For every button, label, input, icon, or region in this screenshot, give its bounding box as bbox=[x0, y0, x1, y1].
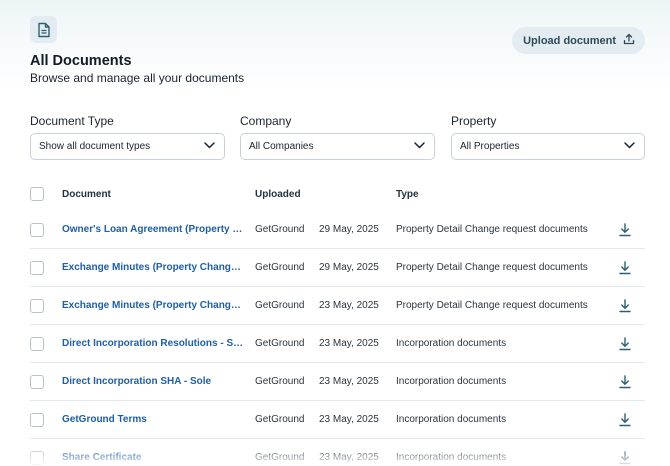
upload-date: 23 May, 2025 bbox=[319, 300, 379, 311]
document-type: Property Detail Change request documents bbox=[396, 224, 588, 235]
page-subtitle: Browse and manage all your documents bbox=[30, 71, 245, 85]
company-filter: Company All Companies bbox=[240, 114, 435, 160]
row-checkbox[interactable] bbox=[30, 337, 44, 351]
document-icon bbox=[30, 16, 57, 43]
uploaded-by: GetGround bbox=[255, 300, 305, 311]
download-icon[interactable] bbox=[618, 336, 632, 352]
table-row: Exchange Minutes (Property Change ... Ge… bbox=[30, 287, 645, 325]
uploaded-by: GetGround bbox=[255, 376, 305, 387]
upload-date: 23 May, 2025 bbox=[319, 414, 379, 425]
column-header-uploaded: Uploaded bbox=[255, 189, 301, 200]
document-type-filter: Document Type Show all document types bbox=[30, 114, 225, 160]
upload-date: 29 May, 2025 bbox=[319, 262, 379, 273]
property-value: All Properties bbox=[460, 141, 520, 152]
table-row: Direct Incorporation Resolutions - Sole … bbox=[30, 325, 645, 363]
row-checkbox[interactable] bbox=[30, 375, 44, 389]
document-type-value: Show all document types bbox=[39, 141, 151, 152]
select-all-checkbox[interactable] bbox=[30, 187, 44, 201]
upload-icon bbox=[623, 33, 635, 48]
document-type: Incorporation documents bbox=[396, 414, 507, 425]
document-link[interactable]: Owner's Loan Agreement (Property C... bbox=[62, 224, 244, 235]
chevron-down-icon bbox=[624, 141, 635, 152]
document-link[interactable]: GetGround Terms bbox=[62, 414, 244, 425]
upload-date: 23 May, 2025 bbox=[319, 338, 379, 349]
column-header-document: Document bbox=[62, 189, 111, 200]
document-type: Property Detail Change request documents bbox=[396, 262, 588, 273]
uploaded-by: GetGround bbox=[255, 338, 305, 349]
row-checkbox[interactable] bbox=[30, 451, 44, 465]
download-icon[interactable] bbox=[618, 450, 632, 466]
property-select[interactable]: All Properties bbox=[451, 133, 645, 160]
upload-date: 29 May, 2025 bbox=[319, 224, 379, 235]
chevron-down-icon bbox=[204, 141, 215, 152]
upload-document-button[interactable]: Upload document bbox=[512, 27, 645, 54]
uploaded-by: GetGround bbox=[255, 262, 305, 273]
document-link[interactable]: Direct Incorporation Resolutions - Sole bbox=[62, 338, 244, 349]
table-row: Share Certificate GetGround 23 May, 2025… bbox=[30, 439, 645, 466]
company-label: Company bbox=[240, 114, 292, 128]
row-checkbox[interactable] bbox=[30, 223, 44, 237]
upload-date: 23 May, 2025 bbox=[319, 376, 379, 387]
document-type: Incorporation documents bbox=[396, 338, 507, 349]
upload-date: 23 May, 2025 bbox=[319, 452, 379, 463]
chevron-down-icon bbox=[414, 141, 425, 152]
page-title: All Documents bbox=[30, 53, 132, 69]
table-row: Owner's Loan Agreement (Property C... Ge… bbox=[30, 211, 645, 249]
uploaded-by: GetGround bbox=[255, 224, 305, 235]
property-filter: Property All Properties bbox=[451, 114, 645, 160]
document-link[interactable]: Exchange Minutes (Property Change ... bbox=[62, 262, 244, 273]
property-label: Property bbox=[451, 114, 497, 128]
document-link[interactable]: Exchange Minutes (Property Change ... bbox=[62, 300, 244, 311]
upload-button-label: Upload document bbox=[523, 34, 616, 47]
row-checkbox[interactable] bbox=[30, 413, 44, 427]
document-type: Incorporation documents bbox=[396, 376, 507, 387]
uploaded-by: GetGround bbox=[255, 414, 305, 425]
table-row: Exchange Minutes (Property Change ... Ge… bbox=[30, 249, 645, 287]
download-icon[interactable] bbox=[618, 222, 632, 238]
documents-page: Upload document All Documents Browse and… bbox=[30, 0, 645, 466]
company-value: All Companies bbox=[249, 141, 314, 152]
document-type: Incorporation documents bbox=[396, 452, 507, 463]
download-icon[interactable] bbox=[618, 412, 632, 428]
download-icon[interactable] bbox=[618, 298, 632, 314]
download-icon[interactable] bbox=[618, 374, 632, 390]
table-row: GetGround Terms GetGround 23 May, 2025 I… bbox=[30, 401, 645, 439]
table-header: Document Uploaded Type bbox=[30, 178, 645, 211]
documents-table: Document Uploaded Type Owner's Loan Agre… bbox=[30, 178, 645, 466]
row-checkbox[interactable] bbox=[30, 261, 44, 275]
row-checkbox[interactable] bbox=[30, 299, 44, 313]
download-icon[interactable] bbox=[618, 260, 632, 276]
document-type: Property Detail Change request documents bbox=[396, 300, 588, 311]
uploaded-by: GetGround bbox=[255, 452, 305, 463]
document-link[interactable]: Share Certificate bbox=[62, 452, 244, 463]
table-row: Direct Incorporation SHA - Sole GetGroun… bbox=[30, 363, 645, 401]
company-select[interactable]: All Companies bbox=[240, 133, 435, 160]
column-header-type: Type bbox=[396, 189, 419, 200]
document-link[interactable]: Direct Incorporation SHA - Sole bbox=[62, 376, 244, 387]
document-type-label: Document Type bbox=[30, 114, 114, 128]
document-type-select[interactable]: Show all document types bbox=[30, 133, 225, 160]
